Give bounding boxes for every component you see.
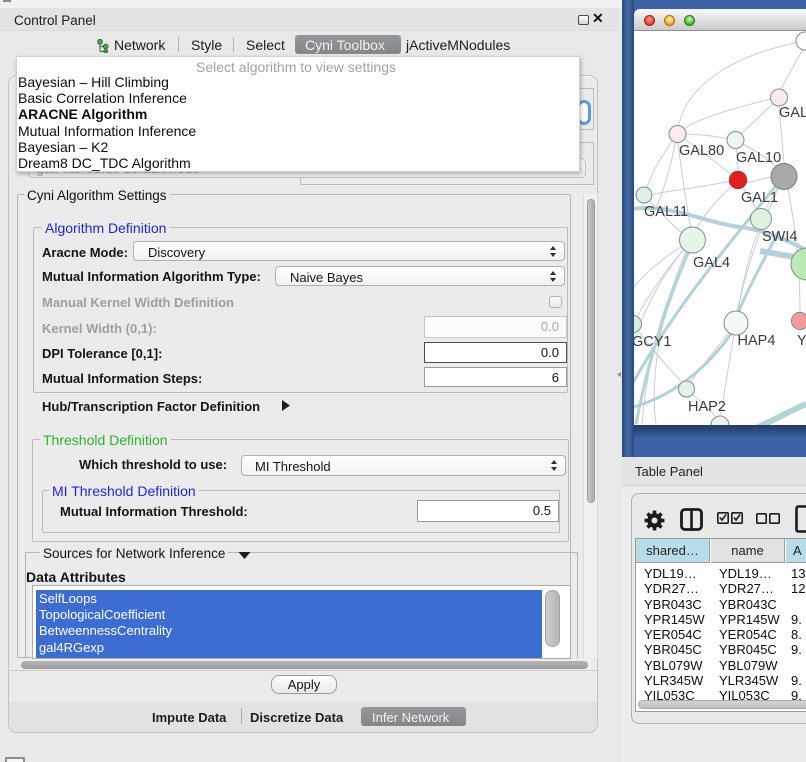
svg-text:GAL4: GAL4 — [693, 255, 730, 271]
svg-text:GAL1: GAL1 — [741, 190, 778, 206]
svg-text:SWI4: SWI4 — [762, 229, 797, 245]
svg-text:HAP4: HAP4 — [738, 333, 776, 349]
svg-text:GAL11: GAL11 — [644, 204, 688, 220]
svg-text:GCY1: GCY1 — [634, 334, 672, 350]
svg-text:GAL7: GAL7 — [779, 105, 806, 121]
svg-text:HAP2: HAP2 — [688, 399, 726, 415]
svg-text:Y5: Y5 — [797, 333, 806, 349]
svg-text:GAL10: GAL10 — [736, 150, 781, 166]
svg-text:GAL80: GAL80 — [679, 143, 724, 159]
